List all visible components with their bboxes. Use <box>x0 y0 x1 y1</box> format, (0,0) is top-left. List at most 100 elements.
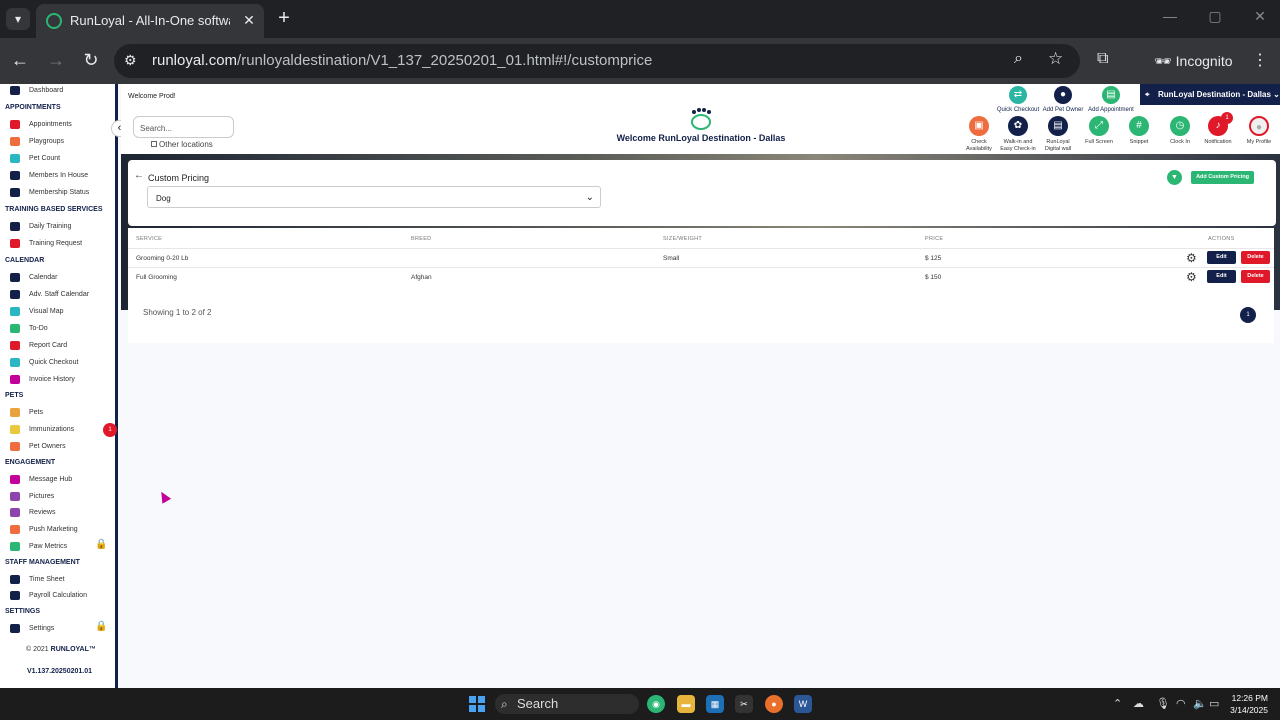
location-selector[interactable]: ⌖ RunLoyal Destination - Dallas ⌄ <box>1140 84 1280 105</box>
sidebar-item-members-in-house[interactable]: Members In House <box>10 171 88 185</box>
column-header-service: SERVICE <box>136 236 163 242</box>
sidebar-item-payroll-calculation[interactable]: Payroll Calculation <box>10 591 87 605</box>
sidebar-item-membership-status[interactable]: Membership Status <box>10 188 89 202</box>
checkbox-icon[interactable] <box>151 141 157 147</box>
snippet-icon: # <box>1129 116 1149 136</box>
search-input[interactable]: Search... <box>133 116 234 138</box>
sidebar-item-quick-checkout[interactable]: Quick Checkout <box>10 358 78 372</box>
pictures-icon <box>10 492 20 501</box>
battery-icon[interactable]: ▭ <box>1209 697 1219 710</box>
sidebar-item-training-request[interactable]: Training Request <box>10 239 82 253</box>
page-1-button[interactable]: 1 <box>1240 307 1256 323</box>
taskbar-clock[interactable]: 12:26 PM 3/14/2025 <box>1222 692 1268 716</box>
add-pet-owner-action[interactable]: ● Add Pet Owner <box>1038 86 1088 113</box>
word-icon[interactable]: W <box>794 695 812 713</box>
time-sheet-icon <box>10 575 20 584</box>
sidebar-item-paw-metrics[interactable]: Paw Metrics <box>10 542 67 556</box>
sidebar-item-daily-training[interactable]: Daily Training <box>10 222 71 236</box>
digital-wall-label: RunLoyal <box>1046 139 1070 145</box>
copyright: © 2021 RUNLOYAL™ <box>26 646 96 653</box>
sidebar-item-playgroups[interactable]: Playgroups <box>10 137 64 151</box>
new-tab-button[interactable]: + <box>274 8 294 28</box>
address-bar[interactable]: ⚙ runloyal.com/runloyaldestination/V1_13… <box>114 44 1080 78</box>
windows-start-icon[interactable] <box>469 696 485 712</box>
quick-checkout-action[interactable]: ⇄ Quick Checkout <box>993 86 1043 113</box>
walk-in-check-in-button[interactable]: ✿ Walk-in and Easy Check-in <box>996 116 1040 153</box>
filter-icon[interactable]: ▼ <box>1167 170 1182 185</box>
extensions-icon[interactable]: ⧉ <box>1097 50 1108 68</box>
sidebar-item-pictures[interactable]: Pictures <box>10 492 54 506</box>
check-availability-button[interactable]: ▣ Check Availability <box>957 116 1001 153</box>
sidebar-item-appointments[interactable]: Appointments <box>10 120 72 134</box>
incognito-indicator[interactable]: 🕶 Incognito <box>1142 44 1238 78</box>
pet-type-select[interactable]: Dog ⌄ <box>147 186 601 208</box>
sidebar-item-invoice-history[interactable]: Invoice History <box>10 375 75 389</box>
breed-cell: Afghan <box>411 274 432 281</box>
file-explorer-icon[interactable]: ▬ <box>677 695 695 713</box>
quick-checkout-icon <box>10 358 20 367</box>
check-availability-sublabel: Availability <box>966 146 992 152</box>
wifi-icon[interactable]: ◠ <box>1176 697 1186 710</box>
forward-arrow-icon[interactable]: → <box>46 50 66 70</box>
reload-icon[interactable]: ↻ <box>81 50 101 70</box>
snippet-button[interactable]: # Snippet <box>1117 116 1161 146</box>
my-profile-button[interactable]: ● My Profile <box>1237 116 1280 146</box>
sidebar-item-adv-staff-calendar[interactable]: Adv. Staff Calendar <box>10 290 89 304</box>
sidebar-item-message-hub[interactable]: Message Hub <box>10 475 72 489</box>
column-header-size: SIZE/WEIGHT <box>663 236 703 242</box>
back-arrow-icon[interactable]: ← <box>134 170 144 181</box>
window-close-icon[interactable]: ✕ <box>1250 8 1270 25</box>
sidebar-item-settings[interactable]: Settings <box>10 624 54 638</box>
site-info-icon[interactable]: ⚙ <box>124 52 137 69</box>
taskbar-search[interactable]: ⌕ Search <box>495 694 639 714</box>
sidebar-item-immunizations[interactable]: Immunizations <box>10 425 74 439</box>
sidebar-item-visual-map[interactable]: Visual Map <box>10 307 64 321</box>
other-locations-checkbox[interactable]: Other locations <box>151 140 213 149</box>
browser-tab[interactable]: RunLoyal - All-In-One software ✕ <box>36 4 264 38</box>
sidebar-item-reviews[interactable]: Reviews <box>10 508 55 522</box>
sidebar-item-calendar[interactable]: Calendar <box>10 273 57 287</box>
calculator-icon[interactable]: ▦ <box>706 695 724 713</box>
tab-search-button[interactable]: ▾ <box>6 8 30 30</box>
chevron-down-icon: ⌄ <box>1273 90 1280 99</box>
settings-lock-icon: 🔒 <box>95 621 108 632</box>
settings-gear-icon[interactable]: ⚙ <box>1186 270 1197 284</box>
edit-button[interactable]: Edit <box>1207 270 1236 283</box>
delete-button[interactable]: Delete <box>1241 270 1270 283</box>
bookmark-star-icon[interactable]: ☆ <box>1048 49 1063 69</box>
sidebar-item-time-sheet[interactable]: Time Sheet <box>10 575 65 589</box>
report-card-icon <box>10 341 20 350</box>
full-screen-label: Full Screen <box>1085 139 1113 145</box>
delete-button[interactable]: Delete <box>1241 251 1270 264</box>
full-screen-button[interactable]: ⤢ Full Screen <box>1077 116 1121 146</box>
edit-button[interactable]: Edit <box>1207 251 1236 264</box>
pet-owners-icon <box>10 442 20 451</box>
notification-button[interactable]: ♪ Notification 1 <box>1196 112 1240 146</box>
sidebar-item-push-marketing[interactable]: Push Marketing <box>10 525 78 539</box>
browser-menu-icon[interactable]: ⋮ <box>1252 50 1268 70</box>
back-arrow-icon[interactable]: ← <box>10 50 30 70</box>
payroll-icon <box>10 591 20 600</box>
add-custom-pricing-button[interactable]: Add Custom Pricing <box>1191 171 1254 184</box>
add-appointment-action[interactable]: ▤ Add Appointment <box>1086 86 1136 113</box>
sidebar-item-todo[interactable]: To-Do <box>10 324 48 338</box>
zoom-search-icon[interactable]: ⌕ <box>1014 50 1023 68</box>
snipping-tool-icon[interactable]: ✂ <box>735 695 753 713</box>
sidebar-item-pets[interactable]: Pets <box>10 408 43 422</box>
sidebar-item-report-card[interactable]: Report Card <box>10 341 67 355</box>
tray-chevron-icon[interactable]: ⌃ <box>1113 697 1122 710</box>
maximize-icon[interactable]: ▢ <box>1205 8 1225 25</box>
sidebar-item-pet-count[interactable]: Pet Count <box>10 154 60 168</box>
chrome-icon[interactable]: ◉ <box>647 695 665 713</box>
microphone-icon[interactable]: 🎙 <box>1156 697 1170 710</box>
minimize-icon[interactable]: — <box>1160 8 1180 24</box>
tab-close-icon[interactable]: ✕ <box>240 11 258 29</box>
sidebar-item-dashboard[interactable]: Dashboard <box>10 86 63 100</box>
settings-gear-icon[interactable]: ⚙ <box>1186 251 1197 265</box>
firefox-icon[interactable]: ● <box>765 695 783 713</box>
url-text[interactable]: runloyal.com/runloyaldestination/V1_137_… <box>152 52 652 69</box>
volume-icon[interactable]: 🔈 <box>1193 697 1207 710</box>
digital-wall-button[interactable]: ▤ RunLoyal Digital wall <box>1036 116 1080 153</box>
onedrive-icon[interactable]: ☁ <box>1133 697 1144 710</box>
sidebar-item-pet-owners[interactable]: Pet Owners <box>10 442 66 456</box>
